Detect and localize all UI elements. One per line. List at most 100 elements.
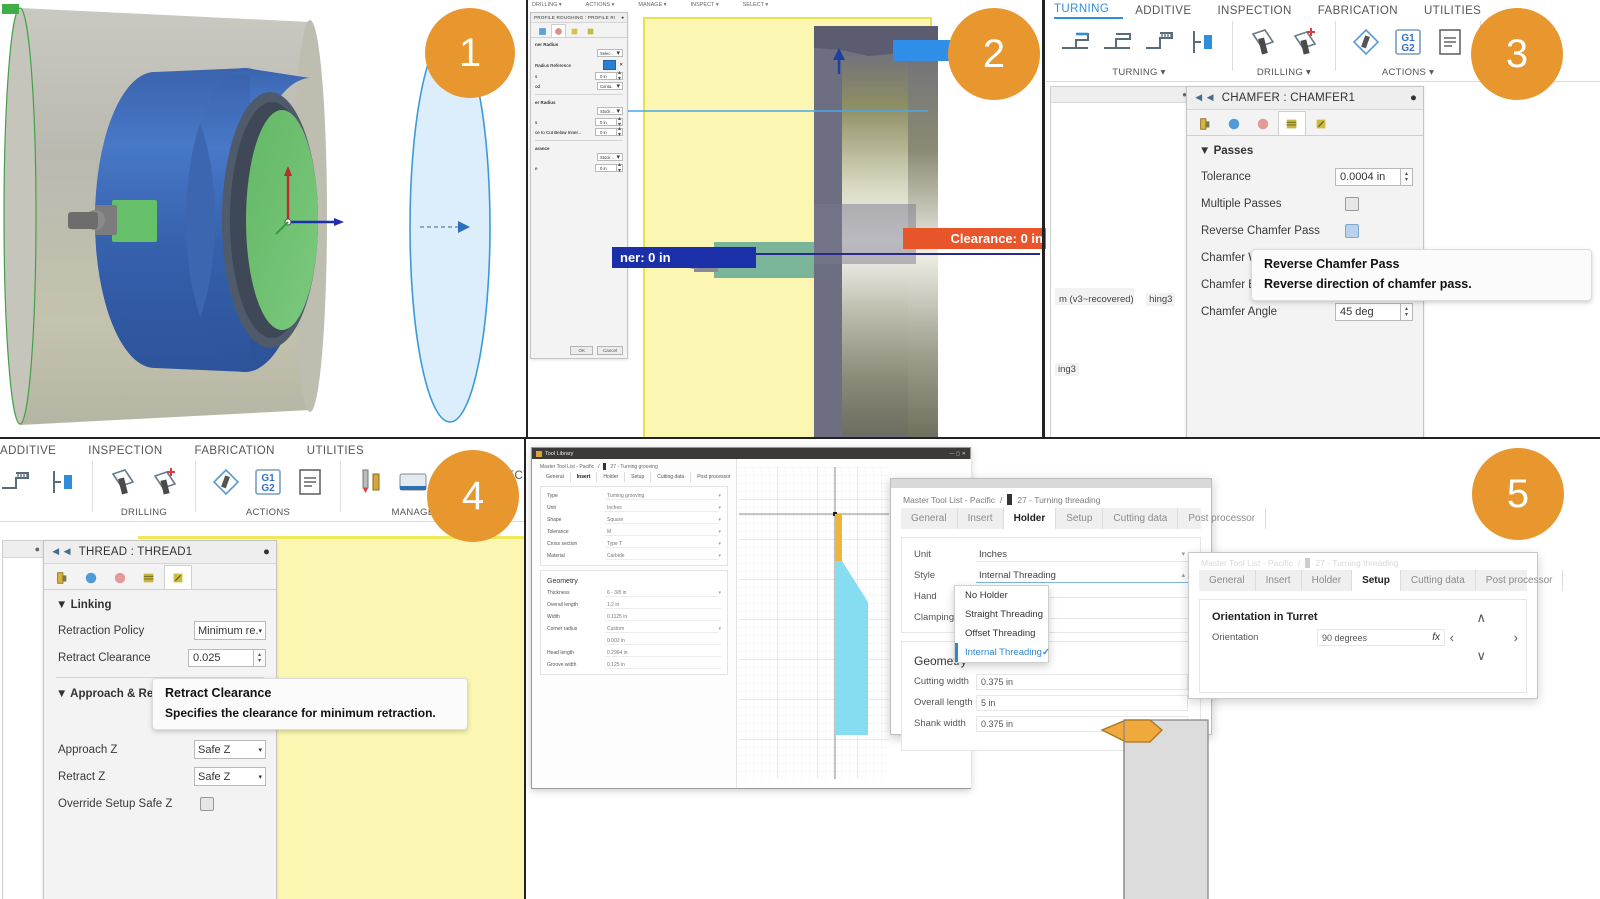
crumb-left[interactable]: Master Tool List - Pacific (540, 464, 594, 470)
tool-library-tabs[interactable]: General Insert Holder Setup Cutting data… (532, 472, 738, 482)
field-retract-clearance[interactable]: 0.025 (188, 648, 254, 667)
tab-utilities-4[interactable]: UTILITIES (307, 445, 390, 459)
dialog-tabstrip-2[interactable] (531, 23, 627, 38)
tool-setup-dialog[interactable]: Master Tool List - Pacific / 27 - Turnin… (1188, 552, 1564, 699)
drill-icon-4[interactable] (103, 462, 143, 502)
combo-clearance-mode[interactable]: Stock .. ▾ (597, 153, 623, 161)
tab-linking-icon[interactable] (567, 24, 582, 37)
pick-button[interactable] (603, 60, 617, 70)
nav-up-icon[interactable]: ∧ (1476, 610, 1486, 626)
tab-cutting-data-b[interactable]: Cutting data (651, 472, 692, 482)
tab-turning[interactable]: TURNING (1054, 3, 1124, 19)
clear-icon[interactable]: ✕ (619, 62, 623, 68)
tab-additive[interactable]: ADDITIVE (1135, 5, 1217, 19)
tab-cutting-data-f[interactable]: Cutting data (1103, 508, 1179, 529)
probe-icon-4[interactable] (206, 462, 246, 502)
ribbon-group-label-drilling[interactable]: DRILLING ▾ (1257, 67, 1311, 81)
checkbox-reverse-chamfer-pass[interactable] (1345, 223, 1359, 238)
tab-holder-s[interactable]: Holder (1302, 570, 1353, 591)
tab-inspection[interactable]: INSPECTION (1217, 5, 1317, 19)
tab-fabrication[interactable]: FABRICATION (1318, 5, 1424, 19)
ribbon-group-label-turning[interactable]: TURNING ▾ (1112, 67, 1165, 81)
turning-groove-icon[interactable] (1140, 22, 1180, 62)
dialog-tabstrip-4[interactable] (44, 564, 276, 590)
browser-item-setup[interactable]: m (v3~recovered) (1055, 288, 1134, 305)
option-offset-threading[interactable]: Offset Threading (955, 624, 1048, 643)
option-no-holder[interactable]: No Holder (955, 586, 1048, 605)
tab-passes-icon-3[interactable] (1278, 111, 1306, 135)
close-icon-3[interactable]: ● (1410, 92, 1417, 104)
crumb-left-2[interactable]: Master Tool List - Pacific (903, 495, 995, 505)
tab-tool-icon-4[interactable] (48, 565, 76, 589)
spinner-outer-radius[interactable]: ▴ ▾ (617, 116, 623, 128)
combo-retract-z[interactable]: Safe Z ▾ (194, 767, 266, 786)
tab-insert-s[interactable]: Insert (1256, 570, 1302, 591)
dialog-tabstrip-3[interactable] (1187, 110, 1423, 136)
tab-post-processor-s[interactable]: Post processor (1476, 570, 1564, 591)
nav-down-icon[interactable]: ∨ (1476, 648, 1486, 664)
checkbox-override-setup-safe-z[interactable] (200, 796, 214, 811)
field-cut-below-inner[interactable]: 0 in (595, 128, 617, 136)
tab-general-f[interactable]: General (901, 508, 958, 529)
spinner-tolerance[interactable]: ▴ ▾ (1401, 167, 1413, 186)
tab-cutting-data-s[interactable]: Cutting data (1401, 570, 1476, 591)
tab-heights-icon-4[interactable] (106, 565, 134, 589)
tab-linking-icon-4[interactable] (164, 565, 192, 589)
ribbon-group-label-drilling-4[interactable]: DRILLING (121, 507, 167, 521)
field-outer-radius[interactable]: 0 in (595, 118, 617, 126)
combo-outer-mode[interactable]: Stock .. ▾ (597, 107, 623, 115)
fx-icon[interactable]: fx (1432, 632, 1440, 643)
tab-geometry-icon[interactable] (535, 24, 550, 37)
browser-panel-3[interactable]: ● m (v3~recovered) hing3 ing3 (1050, 86, 1192, 438)
drill-new-icon-4[interactable] (145, 462, 185, 502)
option-internal-threading[interactable]: Internal Threading ✓ (955, 643, 1050, 662)
ribbon-tabs-4[interactable]: ADDITIVE INSPECTION FABRICATION UTILITIE… (0, 440, 524, 459)
field-chamfer-angle[interactable]: 45 deg (1335, 302, 1401, 321)
close-icon-4[interactable]: ● (263, 546, 270, 558)
nav-left-icon[interactable]: ‹ (1450, 630, 1454, 645)
close-icon-2[interactable]: ● (621, 15, 624, 20)
tab-passes-icon[interactable] (551, 24, 566, 37)
tab-general-b[interactable]: General (540, 472, 571, 482)
field-style-f[interactable]: Internal Threading ▴ (976, 569, 1188, 583)
ribbon-group-label-actions[interactable]: ACTIONS ▾ (1382, 67, 1434, 81)
tab-linking-icon-3[interactable] (1307, 111, 1335, 135)
browser-panel-4[interactable]: ● (2, 540, 44, 899)
option-straight-threading[interactable]: Straight Threading (955, 605, 1048, 624)
setup-tabs[interactable]: General Insert Holder Setup Cutting data… (1199, 570, 1564, 591)
turning-part-icon[interactable] (1182, 22, 1222, 62)
browser-item-threading1[interactable]: hing3 (1146, 293, 1176, 306)
style-dropdown-list[interactable]: No Holder Straight Threading Offset Thre… (954, 585, 1050, 663)
field-clearance[interactable]: 0 in (595, 164, 617, 172)
tab-heights-icon-3[interactable] (1249, 111, 1277, 135)
crumb-right[interactable]: 27 - Turning grooving (610, 464, 657, 470)
g1g2-icon[interactable]: G1 G2 (1388, 22, 1428, 62)
nav-right-icon[interactable]: › (1514, 630, 1518, 645)
combo-inner-method[interactable]: Conta.. ▾ (597, 82, 623, 90)
tab-additive-4[interactable]: ADDITIVE (0, 445, 88, 459)
collapse-icon-4[interactable]: ◄◄ (50, 546, 73, 558)
spinner-clearance[interactable]: ▴ ▾ (617, 162, 623, 174)
tab-setup-f[interactable]: Setup (1056, 508, 1104, 529)
drill-new-icon[interactable] (1285, 22, 1325, 62)
tab-setup-b[interactable]: Setup (625, 472, 652, 482)
tab-post-processor-b[interactable]: Post processor (691, 472, 738, 482)
group-header-passes[interactable]: ▼ Passes (1187, 136, 1423, 163)
tab-tool-icon[interactable] (1191, 111, 1219, 135)
turning-part-icon-4[interactable] (42, 462, 82, 502)
tool-holder-dialog[interactable]: Master Tool List - Pacific / 27 - Turnin… (890, 478, 1267, 751)
tool-holder-tabs[interactable]: General Insert Holder Setup Cutting data… (901, 508, 1267, 529)
drill-icon[interactable] (1243, 22, 1283, 62)
tab-post-processor-f[interactable]: Post processor (1178, 508, 1267, 529)
tab-holder-f[interactable]: Holder (1003, 508, 1057, 529)
crumb-right-2[interactable]: 27 - Turning threading (1017, 495, 1100, 505)
profile-roughing-dialog[interactable]: PROFILE ROUGHING : PROFILE ROUGHING ● n (530, 12, 628, 359)
probe-icon[interactable] (1346, 22, 1386, 62)
manual-nc-icon[interactable] (1430, 22, 1470, 62)
browser-item-threading2[interactable]: ing3 (1055, 363, 1079, 376)
combo-retraction-policy[interactable]: Minimum re... ▾ (194, 621, 266, 640)
tool-library-icon-4[interactable] (351, 462, 391, 502)
collapse-icon-3[interactable]: ◄◄ (1193, 92, 1216, 104)
tab-insert-f[interactable]: Insert (958, 508, 1004, 529)
g1g2-icon-4[interactable]: G1 G2 (248, 462, 288, 502)
